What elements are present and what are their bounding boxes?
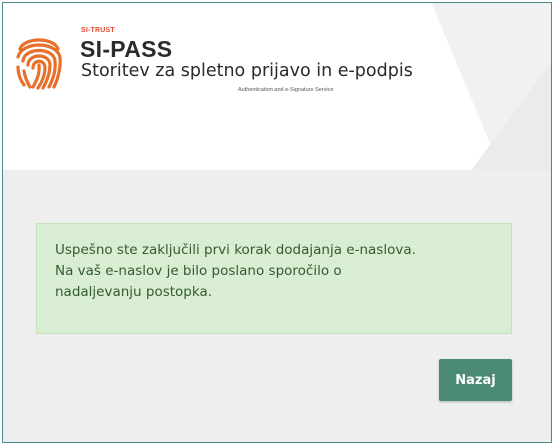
alert-line: Uspešno ste zaključili prvi korak dodaja… <box>55 242 416 258</box>
fingerprint-icon <box>16 38 62 90</box>
page-frame: SI-TRUST SI-PASS Storitev za spletno pri… <box>2 2 552 443</box>
brand-small-label: SI-TRUST <box>81 27 115 34</box>
brand-title: SI-PASS <box>80 36 173 62</box>
success-alert: Uspešno ste zaključili prvi korak dodaja… <box>36 223 512 334</box>
brand-tagline: Authentication and e-Signature Service <box>238 87 334 93</box>
alert-line: Na vaš e-naslov je bilo poslano sporočil… <box>55 263 342 279</box>
brand-subtitle: Storitev za spletno prijavo in e-podpis <box>81 61 413 81</box>
back-button[interactable]: Nazaj <box>439 359 512 401</box>
alert-line: nadaljevanju postopka. <box>55 284 213 300</box>
header: SI-TRUST SI-PASS Storitev za spletno pri… <box>3 3 551 170</box>
